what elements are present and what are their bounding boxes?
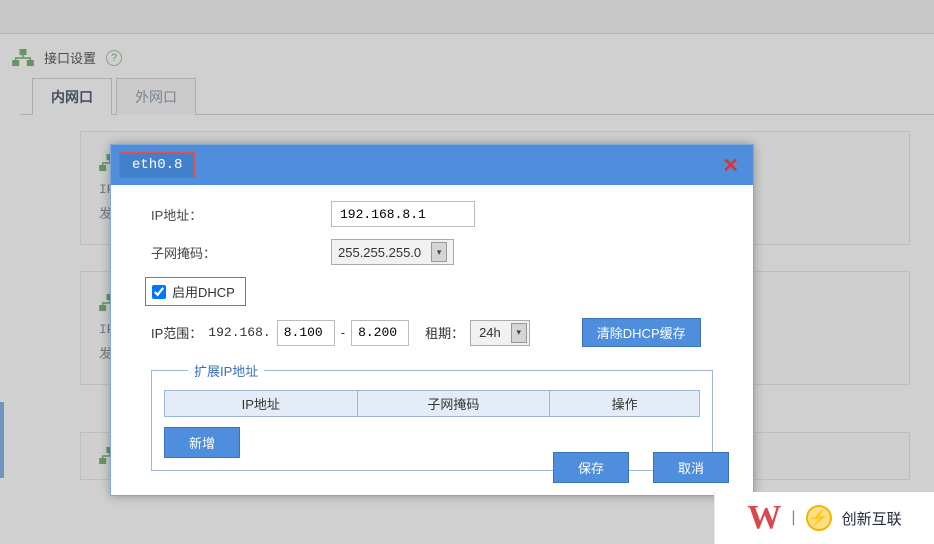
cancel-button[interactable]: 取消 [653, 452, 729, 483]
modal-body: IP地址： 子网掩码： 255.255.255.0 ▾ 启用DHCP IP范围：… [111, 185, 753, 481]
tab-external[interactable]: 外网口 [116, 78, 196, 115]
ext-col-ip: IP地址 [165, 391, 358, 417]
modal-title: eth0.8 [119, 152, 195, 178]
ip-label: IP地址： [151, 205, 331, 224]
help-icon[interactable]: ? [106, 50, 122, 66]
dhcp-checkbox[interactable] [152, 285, 166, 299]
ext-col-op: 操作 [550, 391, 700, 417]
mask-value: 255.255.255.0 [338, 245, 421, 260]
modal-header: eth0.8 ✕ [111, 145, 753, 185]
lease-select[interactable]: 24h ▾ [470, 320, 530, 346]
chevron-down-icon: ▾ [431, 242, 447, 262]
watermark: W | ⚡ 创新互联 [714, 492, 934, 544]
watermark-w-icon: W [747, 499, 781, 537]
extended-ip-legend: 扩展IP地址 [188, 361, 264, 380]
section-header: 接口设置 ? [0, 34, 934, 77]
dhcp-checkbox-wrap[interactable]: 启用DHCP [145, 277, 246, 306]
lease-value: 24h [479, 325, 501, 340]
watermark-text: 创新互联 [842, 508, 902, 529]
network-icon [12, 49, 34, 67]
page-title: 接口设置 [44, 48, 96, 67]
interface-edit-modal: eth0.8 ✕ IP地址： 子网掩码： 255.255.255.0 ▾ 启用D… [110, 144, 754, 496]
mask-select[interactable]: 255.255.255.0 ▾ [331, 239, 454, 265]
range-start-input[interactable] [277, 320, 335, 346]
range-label: IP范围： [151, 323, 202, 342]
top-bar [0, 0, 934, 34]
clear-dhcp-cache-button[interactable]: 清除DHCP缓存 [582, 318, 701, 347]
tab-internal[interactable]: 内网口 [32, 78, 112, 115]
ip-input[interactable] [331, 201, 475, 227]
range-prefix: 192.168. [208, 325, 270, 340]
left-accent [0, 402, 4, 478]
range-end-input[interactable] [351, 320, 409, 346]
add-ext-ip-button[interactable]: 新增 [164, 427, 240, 458]
close-icon[interactable]: ✕ [722, 153, 739, 178]
ext-col-mask: 子网掩码 [357, 391, 550, 417]
save-button[interactable]: 保存 [553, 452, 629, 483]
modal-footer: 保存 取消 [553, 452, 729, 483]
range-sep: - [341, 325, 345, 340]
lease-label: 租期： [425, 323, 464, 342]
extended-ip-table: IP地址 子网掩码 操作 [164, 390, 700, 417]
chevron-down-icon: ▾ [511, 323, 527, 343]
mask-label: 子网掩码： [151, 243, 331, 262]
bolt-icon: ⚡ [806, 505, 832, 531]
dhcp-label: 启用DHCP [172, 282, 235, 301]
tab-bar: 内网口 外网口 [20, 77, 934, 115]
